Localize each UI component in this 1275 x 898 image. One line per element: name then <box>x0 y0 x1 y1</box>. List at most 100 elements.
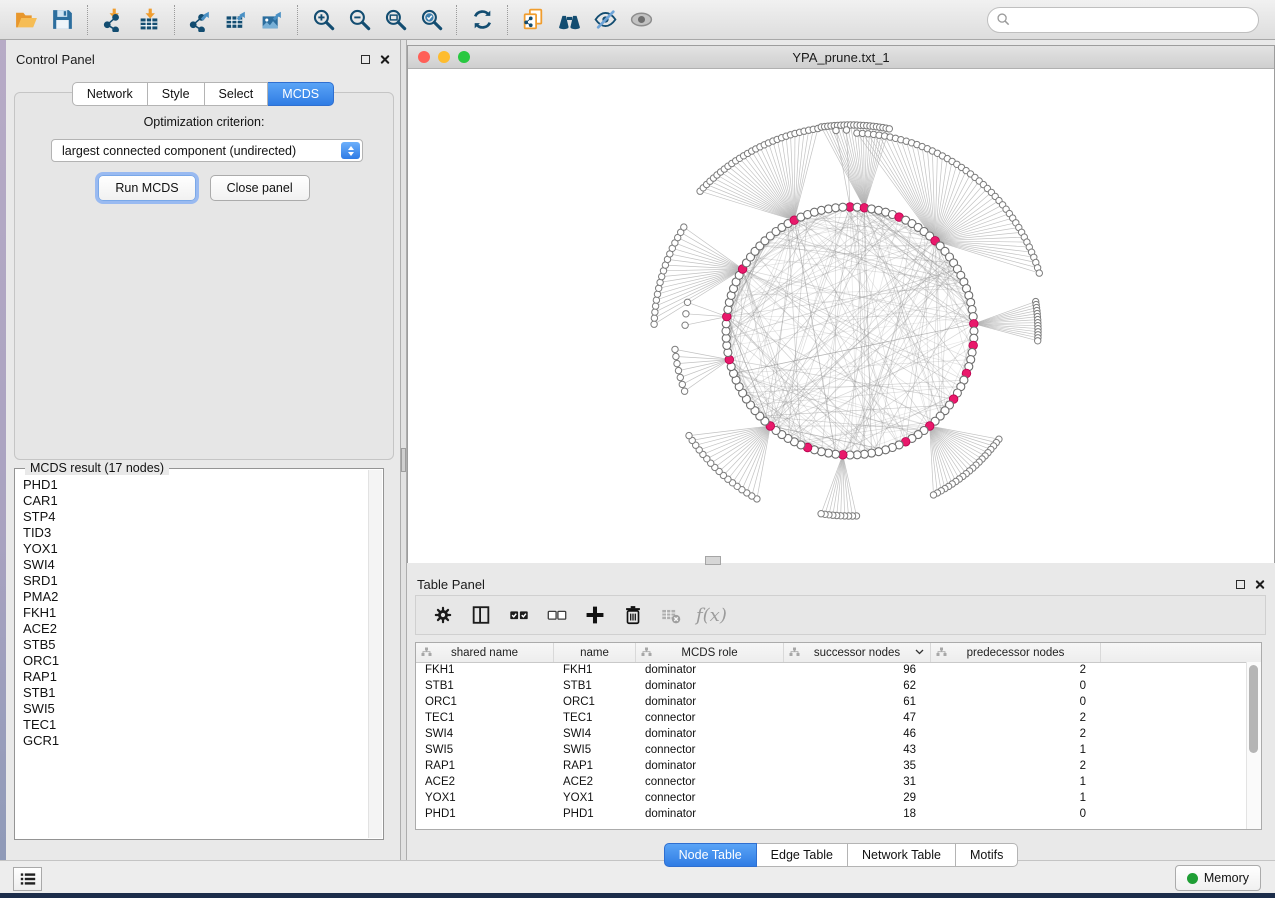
table-row[interactable]: YOX1YOX1connector291 <box>416 791 1261 807</box>
table-cell: FKH1 <box>416 663 554 679</box>
delete-column-icon[interactable] <box>616 600 650 630</box>
tab-mcds[interactable]: MCDS <box>268 82 334 106</box>
table-cell: SWI4 <box>554 727 636 743</box>
tab-network[interactable]: Network <box>72 82 148 106</box>
optimization-criterion-select[interactable]: largest connected component (undirected) <box>51 139 363 162</box>
task-history-button[interactable] <box>13 867 42 891</box>
table-row[interactable]: TEC1TEC1connector472 <box>416 711 1261 727</box>
mcds-result-item[interactable]: STB1 <box>23 685 383 701</box>
column-header-successor-nodes[interactable]: successor nodes <box>784 643 931 662</box>
zoom-in-icon[interactable] <box>305 4 341 36</box>
mcds-result-item[interactable]: TEC1 <box>23 717 383 733</box>
hide-selected-icon[interactable] <box>587 4 623 36</box>
clone-network-icon[interactable] <box>515 4 551 36</box>
mcds-result-item[interactable]: SWI5 <box>23 701 383 717</box>
settings-icon[interactable] <box>426 600 460 630</box>
run-mcds-button[interactable]: Run MCDS <box>98 175 195 201</box>
table-row[interactable]: RAP1RAP1dominator352 <box>416 759 1261 775</box>
node-table: shared namenameMCDS rolesuccessor nodesp… <box>415 642 1262 830</box>
table-cell: 2 <box>931 759 1101 775</box>
save-session-icon[interactable] <box>44 4 80 36</box>
float-table-panel-icon[interactable] <box>1236 580 1245 589</box>
mcds-list-scrollbar[interactable] <box>368 470 382 838</box>
show-all-icon[interactable] <box>623 4 659 36</box>
tab-style[interactable]: Style <box>148 82 205 106</box>
first-neighbors-icon[interactable] <box>551 4 587 36</box>
column-layout-icon[interactable] <box>464 600 498 630</box>
node-table-body: FKH1FKH1dominator962STB1STB1dominator620… <box>416 663 1261 823</box>
table-cell: dominator <box>636 759 784 775</box>
zoom-selected-icon[interactable] <box>413 4 449 36</box>
tab-edge-table[interactable]: Edge Table <box>757 843 848 867</box>
table-cell: SWI5 <box>554 743 636 759</box>
table-cell: TEC1 <box>416 711 554 727</box>
mcds-result-item[interactable]: SWI4 <box>23 557 383 573</box>
mcds-result-item[interactable]: YOX1 <box>23 541 383 557</box>
network-window-titlebar[interactable]: YPA_prune.txt_1 <box>408 46 1274 69</box>
import-table-icon[interactable] <box>131 4 167 36</box>
deselect-all-icon[interactable] <box>540 600 574 630</box>
table-cell: connector <box>636 775 784 791</box>
mcds-result-item[interactable]: ACE2 <box>23 621 383 637</box>
search-input[interactable] <box>1011 9 1258 31</box>
table-cell: RAP1 <box>554 759 636 775</box>
table-row[interactable]: STB1STB1dominator620 <box>416 679 1261 695</box>
add-column-icon[interactable] <box>578 600 612 630</box>
close-table-panel-icon[interactable] <box>1254 579 1265 590</box>
tab-node-table[interactable]: Node Table <box>664 843 757 867</box>
table-row[interactable]: ORC1ORC1dominator610 <box>416 695 1261 711</box>
mcds-result-item[interactable]: ORC1 <box>23 653 383 669</box>
export-network-icon[interactable] <box>182 4 218 36</box>
zoom-fit-icon[interactable] <box>377 4 413 36</box>
mcds-result-item[interactable]: PHD1 <box>23 477 383 493</box>
float-panel-icon[interactable] <box>361 55 370 64</box>
export-image-icon[interactable] <box>254 4 290 36</box>
table-row[interactable]: FKH1FKH1dominator962 <box>416 663 1261 679</box>
table-row[interactable]: ACE2ACE2connector311 <box>416 775 1261 791</box>
close-panel-icon[interactable] <box>379 54 390 65</box>
vertical-splitter[interactable] <box>400 40 407 860</box>
network-graph-canvas[interactable] <box>408 69 1274 563</box>
mcds-result-item[interactable]: FKH1 <box>23 605 383 621</box>
optimization-criterion-label: Optimization criterion: <box>15 115 393 129</box>
cytoscape-window: Control Panel Network Style Select MCDS … <box>0 0 1275 898</box>
table-row[interactable]: SWI5SWI5connector431 <box>416 743 1261 759</box>
column-header-predecessor-nodes[interactable]: predecessor nodes <box>931 643 1101 662</box>
mcds-result-item[interactable]: PMA2 <box>23 589 383 605</box>
mcds-result-item[interactable]: CAR1 <box>23 493 383 509</box>
close-panel-button[interactable]: Close panel <box>210 175 310 201</box>
vertical-splitter-grip[interactable] <box>401 448 406 472</box>
table-cell: 46 <box>784 727 931 743</box>
search-box[interactable] <box>987 7 1259 33</box>
tab-network-table[interactable]: Network Table <box>848 843 956 867</box>
mcds-result-item[interactable]: SRD1 <box>23 573 383 589</box>
mcds-result-item[interactable]: STP4 <box>23 509 383 525</box>
table-cell: YOX1 <box>554 791 636 807</box>
tab-select[interactable]: Select <box>205 82 269 106</box>
table-cell: RAP1 <box>416 759 554 775</box>
table-cell: YOX1 <box>416 791 554 807</box>
table-cell: 1 <box>931 743 1101 759</box>
apply-layout-icon[interactable] <box>464 4 500 36</box>
node-table-scrollbar-thumb[interactable] <box>1249 665 1258 753</box>
export-table-icon[interactable] <box>218 4 254 36</box>
table-row[interactable]: PHD1PHD1dominator180 <box>416 807 1261 823</box>
column-header-shared-name[interactable]: shared name <box>416 643 554 662</box>
toolbar-separator <box>297 5 298 35</box>
column-header-name[interactable]: name <box>554 643 636 662</box>
mcds-result-item[interactable]: TID3 <box>23 525 383 541</box>
node-table-scrollbar[interactable] <box>1246 662 1261 829</box>
mcds-result-item[interactable]: GCR1 <box>23 733 383 749</box>
memory-button[interactable]: Memory <box>1175 865 1261 891</box>
select-all-icon[interactable] <box>502 600 536 630</box>
list-icon <box>20 872 36 886</box>
column-header-MCDS-role[interactable]: MCDS role <box>636 643 784 662</box>
table-row[interactable]: SWI4SWI4dominator462 <box>416 727 1261 743</box>
tab-motifs[interactable]: Motifs <box>956 843 1018 867</box>
mcds-result-item[interactable]: STB5 <box>23 637 383 653</box>
zoom-out-icon[interactable] <box>341 4 377 36</box>
open-file-icon[interactable] <box>8 4 44 36</box>
horizontal-splitter-grip[interactable] <box>705 556 721 565</box>
mcds-result-item[interactable]: RAP1 <box>23 669 383 685</box>
import-network-icon[interactable] <box>95 4 131 36</box>
